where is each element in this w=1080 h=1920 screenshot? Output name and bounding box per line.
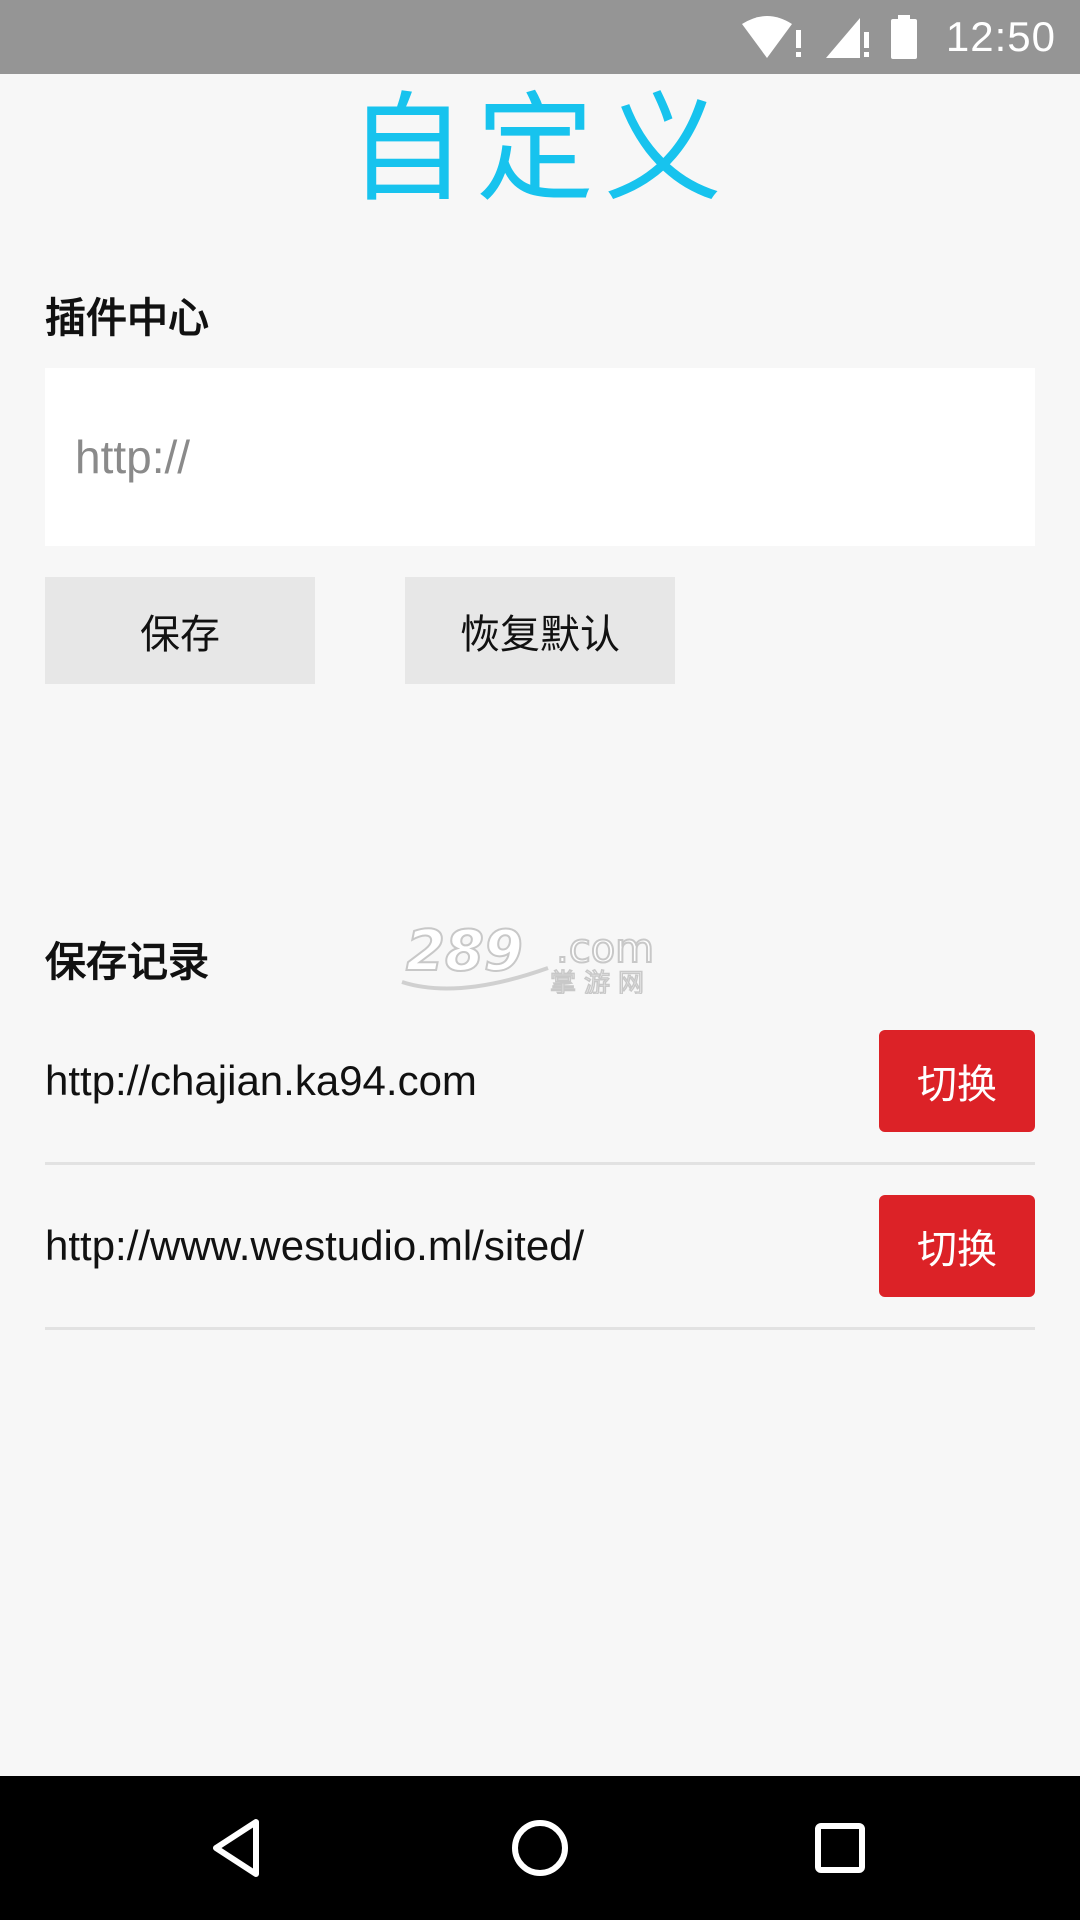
watermark-logo: 289 .com 掌游网 [398, 918, 682, 1000]
svg-text:.com: .com [556, 926, 654, 972]
restore-default-button[interactable]: 恢复默认 [405, 577, 675, 684]
back-icon[interactable] [204, 1812, 276, 1884]
screen: 12:50 自定义 插件中心 保存 恢复默认 保存记录 289 .com 掌游网… [0, 0, 1080, 1920]
history-url: http://www.westudio.ml/sited/ [45, 1222, 585, 1269]
svg-text:掌游网: 掌游网 [550, 969, 652, 994]
home-icon[interactable] [504, 1812, 576, 1884]
status-time: 12:50 [945, 13, 1056, 60]
history-url: http://chajian.ka94.com [45, 1057, 477, 1104]
page-title: 自定义 [347, 80, 732, 218]
navigation-bar [0, 1776, 1080, 1920]
history-list: http://chajian.ka94.com 切换 http://www.we… [45, 1000, 1035, 1330]
switch-button[interactable]: 切换 [879, 1030, 1035, 1132]
status-bar: 12:50 [0, 0, 1080, 74]
history-row: http://www.westudio.ml/sited/ 切换 [45, 1165, 1035, 1330]
wifi-alert-icon [740, 14, 806, 60]
svg-text:289: 289 [406, 919, 523, 984]
battery-icon [890, 14, 918, 60]
history-row: http://chajian.ka94.com 切换 [45, 1000, 1035, 1165]
plugin-center-label: 插件中心 [45, 294, 209, 342]
plugin-url-input[interactable] [45, 368, 1035, 546]
switch-button[interactable]: 切换 [879, 1195, 1035, 1297]
recent-apps-icon[interactable] [804, 1812, 876, 1884]
cell-signal-alert-icon [824, 14, 872, 60]
history-label: 保存记录 [45, 938, 209, 986]
save-button[interactable]: 保存 [45, 577, 315, 684]
